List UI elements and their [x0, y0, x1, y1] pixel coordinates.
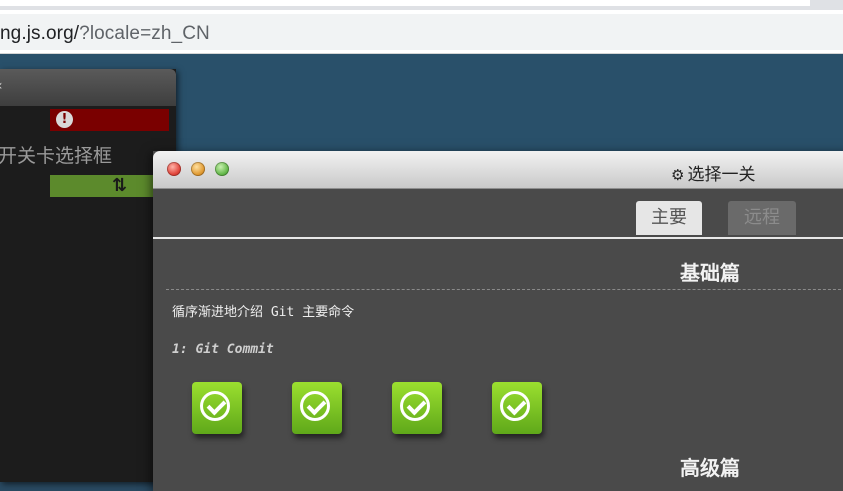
command-window-titlebar[interactable]: « [0, 69, 176, 106]
error-message-bar: ! [50, 109, 169, 131]
address-bar[interactable]: ng.js.org/?locale=zh_CN [0, 14, 843, 50]
level-subheading: 1: Git Commit [172, 342, 274, 357]
command-window: « ! 开关卡选择框 ⇅ [0, 69, 176, 482]
command-window-title: « [0, 78, 3, 94]
url-main: ng.js.org/ [0, 23, 80, 44]
level-button-3[interactable] [392, 382, 442, 434]
window-maximize-button[interactable] [215, 162, 229, 176]
section-divider [166, 289, 843, 290]
exclamation-circle-icon: ! [56, 111, 73, 128]
tab-main[interactable]: 主要 [636, 201, 702, 235]
gear-icon: ⚙ [671, 166, 685, 184]
swap-arrows-icon: ⇅ [112, 175, 128, 196]
browser-tab[interactable] [0, 0, 810, 6]
level-button-1[interactable] [192, 382, 242, 434]
section-title-advanced: 高级篇 [680, 456, 740, 480]
browser-toolbar: ng.js.org/?locale=zh_CN [0, 10, 843, 54]
window-minimize-button[interactable] [191, 162, 205, 176]
section-description: 循序渐进地介绍 Git 主要命令 [172, 305, 355, 320]
command-text: 开关卡选择框 [0, 145, 113, 167]
checkmark-icon [200, 391, 230, 421]
dialog-title-text: 选择一关 [687, 165, 756, 185]
checkmark-icon [400, 391, 430, 421]
tab-bar: 主要 远程 [153, 189, 843, 239]
browser-tabstrip [0, 0, 843, 10]
url-query: ?locale=zh_CN [79, 23, 210, 44]
section-title-basic: 基础篇 [680, 261, 740, 285]
checkmark-icon [300, 391, 330, 421]
level-button-4[interactable] [492, 382, 542, 434]
level-button-2[interactable] [292, 382, 342, 434]
dialog-titlebar: ⚙ 选择一关 [153, 151, 843, 189]
tab-remote[interactable]: 远程 [728, 201, 796, 235]
level-select-dialog: ⚙ 选择一关 主要 远程 基础篇 循序渐进地介绍 Git 主要命令 1: Git … [153, 151, 843, 491]
checkmark-icon [500, 391, 530, 421]
address-url[interactable]: ng.js.org/?locale=zh_CN [0, 23, 210, 45]
dialog-title: ⚙ 选择一关 [671, 160, 755, 185]
window-close-button[interactable] [167, 162, 181, 176]
